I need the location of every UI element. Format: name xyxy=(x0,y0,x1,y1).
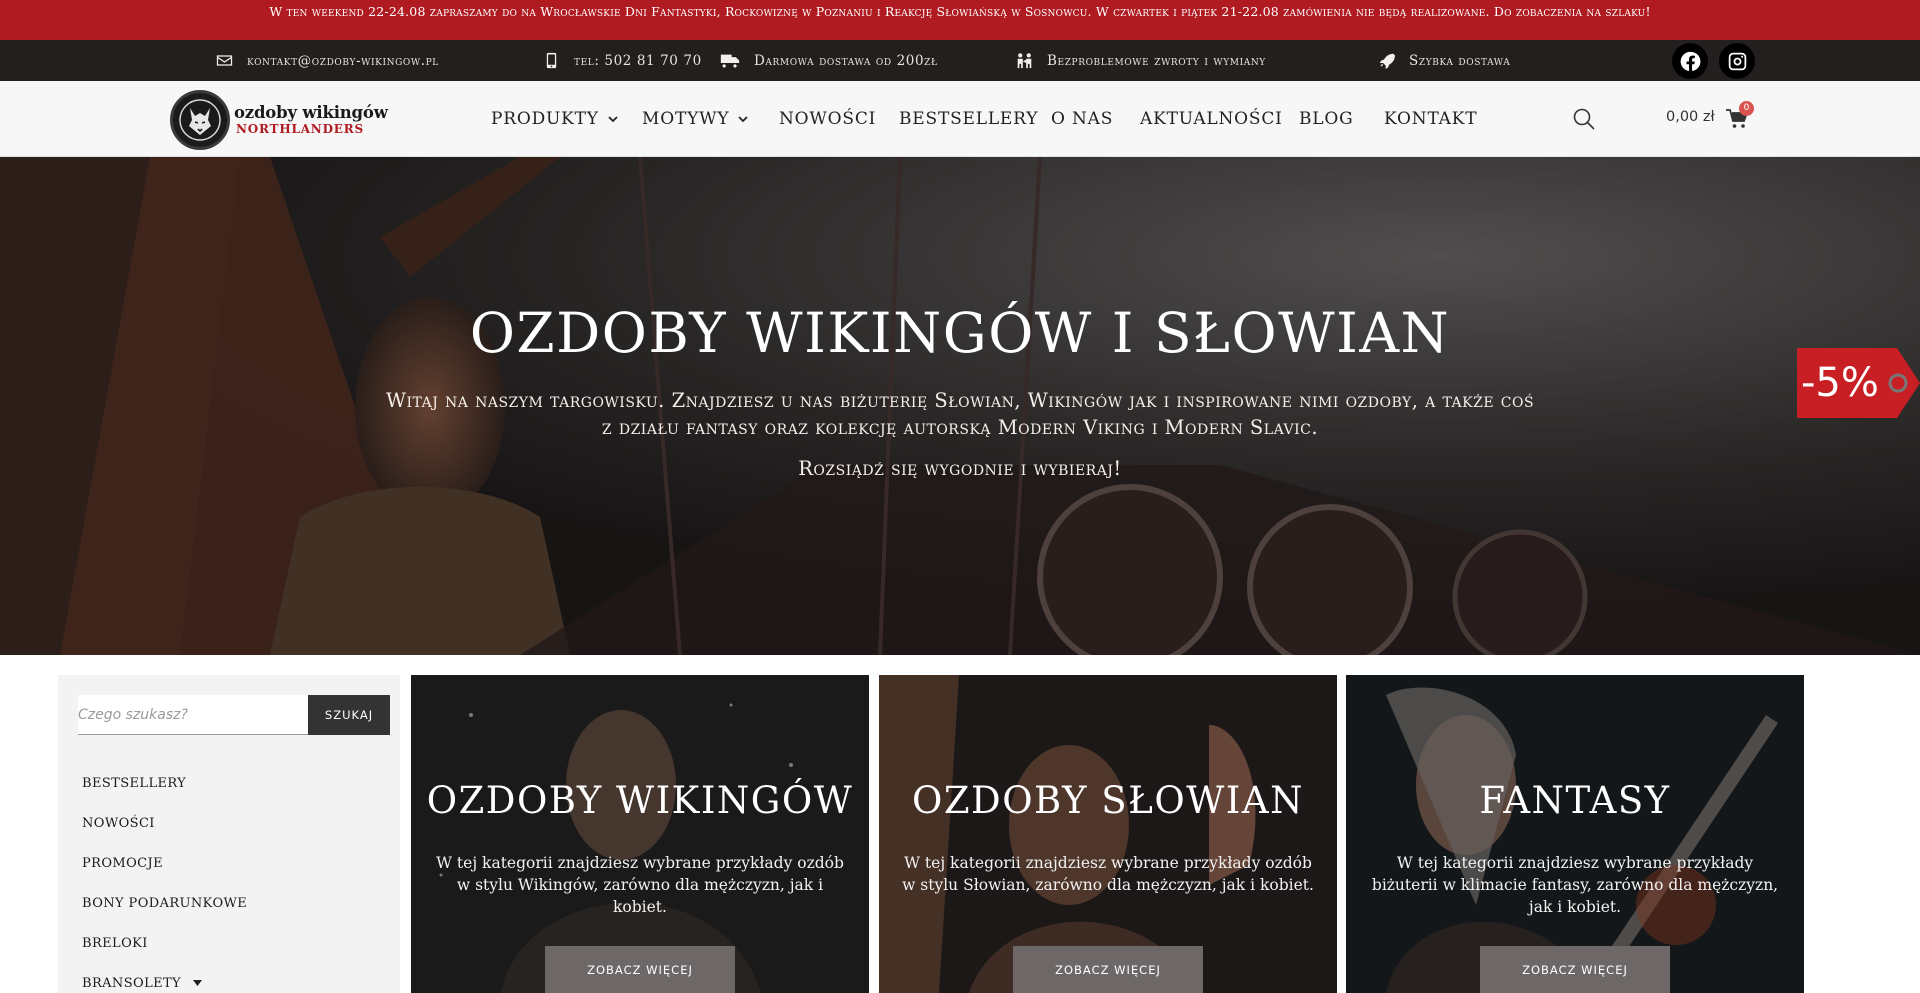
free-shipping-info: Darmowa dostawa od 200zł xyxy=(720,40,938,81)
people-exchange-icon xyxy=(1017,53,1032,69)
mobile-phone-icon xyxy=(546,52,557,69)
sidebar: SZUKAJ BESTSELLERY NOWOŚCI PROMOCJE BONY… xyxy=(58,675,400,993)
card-title: OZDOBY WIKINGÓW xyxy=(426,779,854,822)
category-item-promocje[interactable]: PROMOCJE xyxy=(82,843,382,883)
site-logo[interactable]: ozdoby wikingów NORTHLANDERS xyxy=(170,90,390,150)
nav-item-label: AKTUALNOŚCI xyxy=(1140,109,1283,129)
category-item-bony[interactable]: BONY PODARUNKOWE xyxy=(82,883,382,923)
card-title: OZDOBY SŁOWIAN xyxy=(912,779,1304,822)
rocket-icon xyxy=(1379,53,1395,69)
card-description: W tej kategorii znajdziesz wybrane przyk… xyxy=(1371,854,1779,916)
search-input[interactable] xyxy=(78,695,308,735)
category-item-label: BESTSELLERY xyxy=(82,775,187,791)
returns-info: Bezproblemowe zwroty i wymiany xyxy=(1016,40,1266,81)
fast-delivery-info: Szybka dostawa xyxy=(1378,40,1510,81)
category-card-fantasy[interactable]: FANTASY W tej kategorii znajdziesz wybra… xyxy=(1346,675,1804,993)
announcement-text: W ten weekend 22-24.08 zapraszamy do na … xyxy=(269,4,1651,19)
nav-item-label: BESTSELLERY xyxy=(899,109,1039,129)
search-button[interactable]: SZUKAJ xyxy=(308,695,390,735)
category-item-label: NOWOŚCI xyxy=(82,815,155,831)
nav-item-aktualnosci[interactable]: AKTUALNOŚCI xyxy=(1140,109,1283,129)
hero-tagline: Rozsiądź się wygodnie i wybieraj! xyxy=(798,457,1122,480)
caret-down-icon[interactable] xyxy=(193,980,203,986)
instagram-link[interactable] xyxy=(1719,43,1755,79)
facebook-link[interactable] xyxy=(1672,43,1708,79)
see-more-button[interactable]: ZOBACZ WIĘCEJ xyxy=(1013,946,1203,993)
nav-item-label: KONTAKT xyxy=(1384,109,1478,129)
main-header: ozdoby wikingów NORTHLANDERS PRODUKTY MO… xyxy=(0,81,1920,157)
category-item-breloki[interactable]: BRELOKI xyxy=(82,923,382,963)
nav-item-nowosci[interactable]: NOWOŚCI xyxy=(779,109,876,129)
promo-tag-label[interactable]: -5% xyxy=(1801,355,1879,411)
category-card-slowian[interactable]: OZDOBY SŁOWIAN W tej kategorii znajdzies… xyxy=(879,675,1337,993)
nav-item-motywy[interactable]: MOTYWY xyxy=(642,109,749,129)
truck-icon xyxy=(720,54,740,68)
category-item-label: BONY PODARUNKOWE xyxy=(82,895,248,911)
card-description: W tej kategorii znajdziesz wybrane przyk… xyxy=(436,854,844,916)
announcement-bar: W ten weekend 22-24.08 zapraszamy do na … xyxy=(0,0,1920,40)
nav-item-label: BLOG xyxy=(1299,109,1354,129)
cart-count-badge: 0 xyxy=(1739,101,1754,116)
nav-item-label: NOWOŚCI xyxy=(779,109,877,129)
nav-item-o-nas[interactable]: O NAS xyxy=(1051,109,1113,129)
search-icon[interactable] xyxy=(1572,107,1596,131)
card-title: FANTASY xyxy=(1479,779,1671,822)
wolf-emblem-icon xyxy=(170,90,230,150)
category-item-label: PROMOCJE xyxy=(82,855,164,871)
instagram-icon xyxy=(1728,52,1746,70)
nav-item-blog[interactable]: BLOG xyxy=(1299,109,1354,129)
chevron-down-icon xyxy=(608,116,618,123)
logo-title: ozdoby wikingów xyxy=(234,103,388,122)
free-shipping-label: Darmowa dostawa od 200zł xyxy=(754,52,938,69)
nav-item-produkty[interactable]: PRODUKTY xyxy=(491,109,618,129)
category-item-bestsellery[interactable]: BESTSELLERY xyxy=(82,763,382,803)
card-description: W tej kategorii znajdziesz wybrane przyk… xyxy=(902,854,1314,894)
category-list: BESTSELLERY NOWOŚCI PROMOCJE BONY PODARU… xyxy=(82,763,382,993)
category-item-nowosci[interactable]: NOWOŚCI xyxy=(82,803,382,843)
chevron-down-icon xyxy=(738,116,749,123)
cart-total[interactable]: 0,00 zł xyxy=(1666,109,1715,125)
see-more-button[interactable]: ZOBACZ WIĘCEJ xyxy=(545,946,735,993)
contact-phone[interactable]: tel: 502 81 70 70 xyxy=(543,40,702,81)
returns-label: Bezproblemowe zwroty i wymiany xyxy=(1047,52,1266,69)
logo-subtitle: NORTHLANDERS xyxy=(236,122,364,136)
fast-delivery-label: Szybka dostawa xyxy=(1409,52,1511,69)
info-bar: kontakt@ozdoby-wikingow.pl tel: 502 81 7… xyxy=(0,40,1920,81)
category-item-label: BRELOKI xyxy=(82,935,148,951)
category-item-bransolety[interactable]: BRANSOLETY xyxy=(82,963,382,993)
contact-phone-label: tel: 502 81 70 70 xyxy=(574,52,702,69)
hero-subtitle: Witaj na naszym targowisku. Znajdziesz u… xyxy=(385,389,1535,439)
nav-item-label: MOTYWY xyxy=(642,109,730,129)
nav-item-label: O NAS xyxy=(1051,109,1114,129)
contact-email[interactable]: kontakt@ozdoby-wikingow.pl xyxy=(216,40,439,81)
contact-email-label: kontakt@ozdoby-wikingow.pl xyxy=(247,52,439,69)
category-item-label: BRANSOLETY xyxy=(82,975,182,991)
hero-title: OZDOBY WIKINGÓW I SŁOWIAN xyxy=(469,301,1451,365)
nav-item-label: PRODUKTY xyxy=(491,109,599,129)
nav-item-kontakt[interactable]: KONTAKT xyxy=(1384,109,1477,129)
category-card-wikingow[interactable]: OZDOBY WIKINGÓW W tej kategorii znajdzie… xyxy=(411,675,869,993)
envelope-icon xyxy=(216,55,233,66)
hero-banner: OZDOBY WIKINGÓW I SŁOWIAN Witaj na naszy… xyxy=(0,157,1920,655)
facebook-icon xyxy=(1680,51,1700,71)
see-more-button[interactable]: ZOBACZ WIĘCEJ xyxy=(1480,946,1670,993)
nav-item-bestsellery[interactable]: BESTSELLERY xyxy=(899,109,1038,129)
